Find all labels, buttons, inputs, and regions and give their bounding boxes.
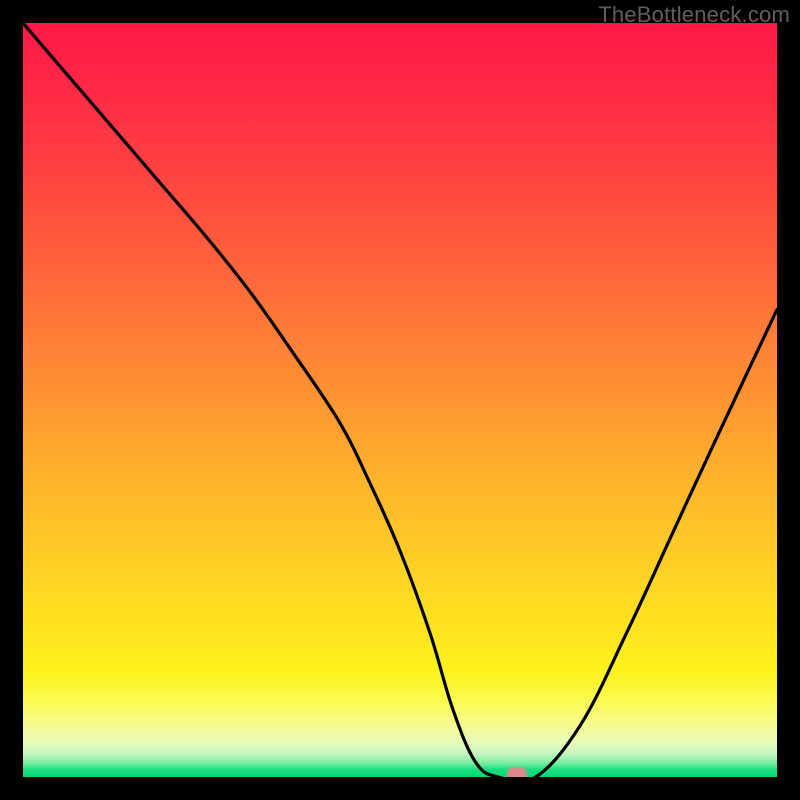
watermark-text: TheBottleneck.com <box>598 2 790 28</box>
bottleneck-curve <box>23 23 777 777</box>
optimal-marker <box>507 767 527 777</box>
plot-area <box>23 23 777 777</box>
chart-frame: TheBottleneck.com <box>0 0 800 800</box>
